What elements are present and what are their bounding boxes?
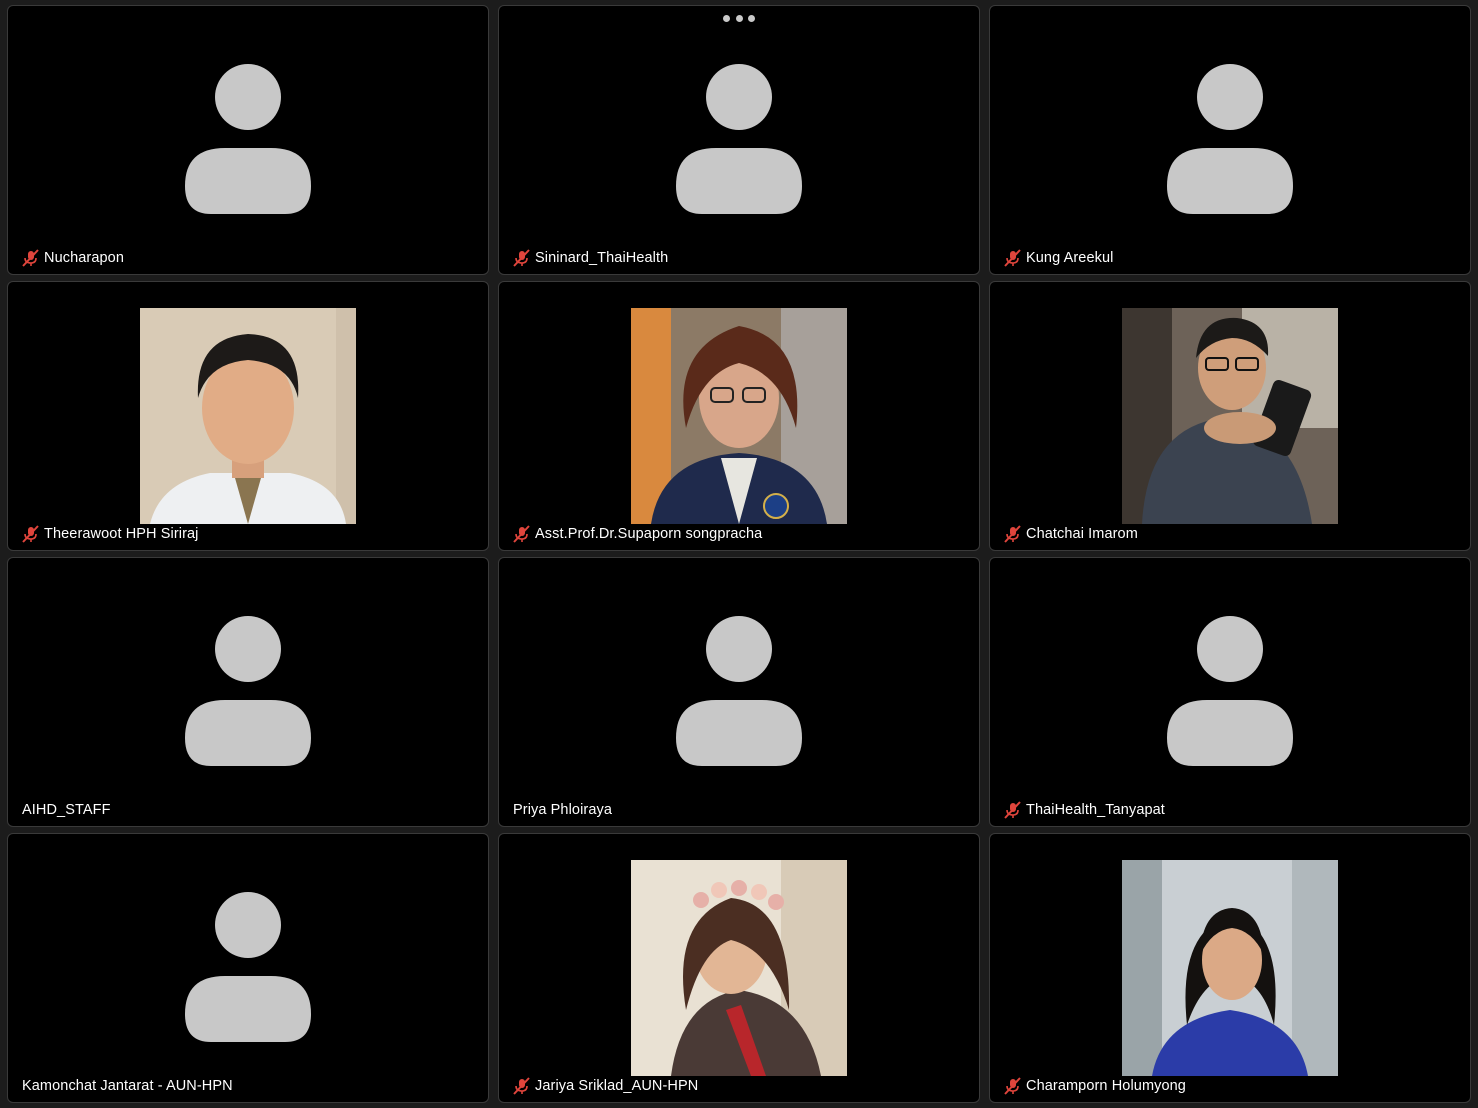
participant-tile-charamporn[interactable]: Charamporn Holumyong	[989, 833, 1471, 1103]
muted-mic-icon	[1004, 249, 1021, 267]
participant-tile-supaporn[interactable]: Asst.Prof.Dr.Supaporn songpracha	[498, 281, 980, 551]
video-gallery: Nucharapon Sininard_ThaiHealth Kung Aree…	[0, 0, 1478, 1108]
participant-name: Priya Phloiraya	[513, 802, 613, 818]
participant-namebar: AIHD_STAFF	[16, 800, 117, 820]
participant-name: Kamonchat Jantarat - AUN-HPN	[22, 1078, 233, 1094]
participant-video-feed	[1122, 860, 1338, 1076]
participant-tile-priya[interactable]: Priya Phloiraya	[498, 557, 980, 827]
participant-name: Jariya Sriklad_AUN-HPN	[535, 1078, 699, 1094]
default-avatar-icon	[1167, 616, 1293, 766]
default-avatar-icon	[676, 616, 802, 766]
participant-name: Sininard_ThaiHealth	[535, 250, 669, 266]
participant-namebar: Priya Phloiraya	[507, 800, 619, 820]
participant-video-feed	[140, 308, 356, 524]
participant-tile-sininard[interactable]: Sininard_ThaiHealth	[498, 5, 980, 275]
muted-mic-icon	[1004, 525, 1021, 543]
participant-tile-kung-areekul[interactable]: Kung Areekul	[989, 5, 1471, 275]
participant-tile-kamonchat[interactable]: Kamonchat Jantarat - AUN-HPN	[7, 833, 489, 1103]
participant-namebar: Chatchai Imarom	[998, 524, 1144, 544]
default-avatar-icon	[185, 64, 311, 214]
participant-name: Chatchai Imarom	[1026, 526, 1138, 542]
muted-mic-icon	[22, 525, 39, 543]
participant-video-feed	[1122, 308, 1338, 524]
participant-name: AIHD_STAFF	[22, 802, 111, 818]
default-avatar-icon	[185, 892, 311, 1042]
participant-namebar: ThaiHealth_Tanyapat	[998, 800, 1171, 820]
more-dots-icon[interactable]	[723, 13, 755, 23]
participant-tile-tanyapat[interactable]: ThaiHealth_Tanyapat	[989, 557, 1471, 827]
participant-video-feed	[631, 860, 847, 1076]
participant-namebar: Asst.Prof.Dr.Supaporn songpracha	[507, 524, 769, 544]
participant-name: Kung Areekul	[1026, 250, 1114, 266]
muted-mic-icon	[22, 249, 39, 267]
default-avatar-icon	[1167, 64, 1293, 214]
participant-namebar: Charamporn Holumyong	[998, 1076, 1192, 1096]
participant-namebar: Kamonchat Jantarat - AUN-HPN	[16, 1076, 239, 1096]
participant-namebar: Kung Areekul	[998, 248, 1120, 268]
muted-mic-icon	[513, 525, 530, 543]
default-avatar-icon	[676, 64, 802, 214]
participant-tile-chatchai[interactable]: Chatchai Imarom	[989, 281, 1471, 551]
participant-tile-nucharapon[interactable]: Nucharapon	[7, 5, 489, 275]
participant-namebar: Nucharapon	[16, 248, 130, 268]
muted-mic-icon	[513, 249, 530, 267]
participant-name: Asst.Prof.Dr.Supaporn songpracha	[535, 526, 763, 542]
participant-tile-theerawoot[interactable]: Theerawoot HPH Siriraj	[7, 281, 489, 551]
participant-video-feed	[631, 308, 847, 524]
muted-mic-icon	[1004, 801, 1021, 819]
muted-mic-icon	[513, 1077, 530, 1095]
participant-tile-jariya[interactable]: Jariya Sriklad_AUN-HPN	[498, 833, 980, 1103]
participant-namebar: Theerawoot HPH Siriraj	[16, 524, 205, 544]
participant-name: Nucharapon	[44, 250, 124, 266]
participant-tile-aihd-staff[interactable]: AIHD_STAFF	[7, 557, 489, 827]
participant-namebar: Sininard_ThaiHealth	[507, 248, 675, 268]
participant-name: Charamporn Holumyong	[1026, 1078, 1186, 1094]
participant-namebar: Jariya Sriklad_AUN-HPN	[507, 1076, 705, 1096]
default-avatar-icon	[185, 616, 311, 766]
muted-mic-icon	[1004, 1077, 1021, 1095]
participant-name: Theerawoot HPH Siriraj	[44, 526, 199, 542]
participant-name: ThaiHealth_Tanyapat	[1026, 802, 1165, 818]
